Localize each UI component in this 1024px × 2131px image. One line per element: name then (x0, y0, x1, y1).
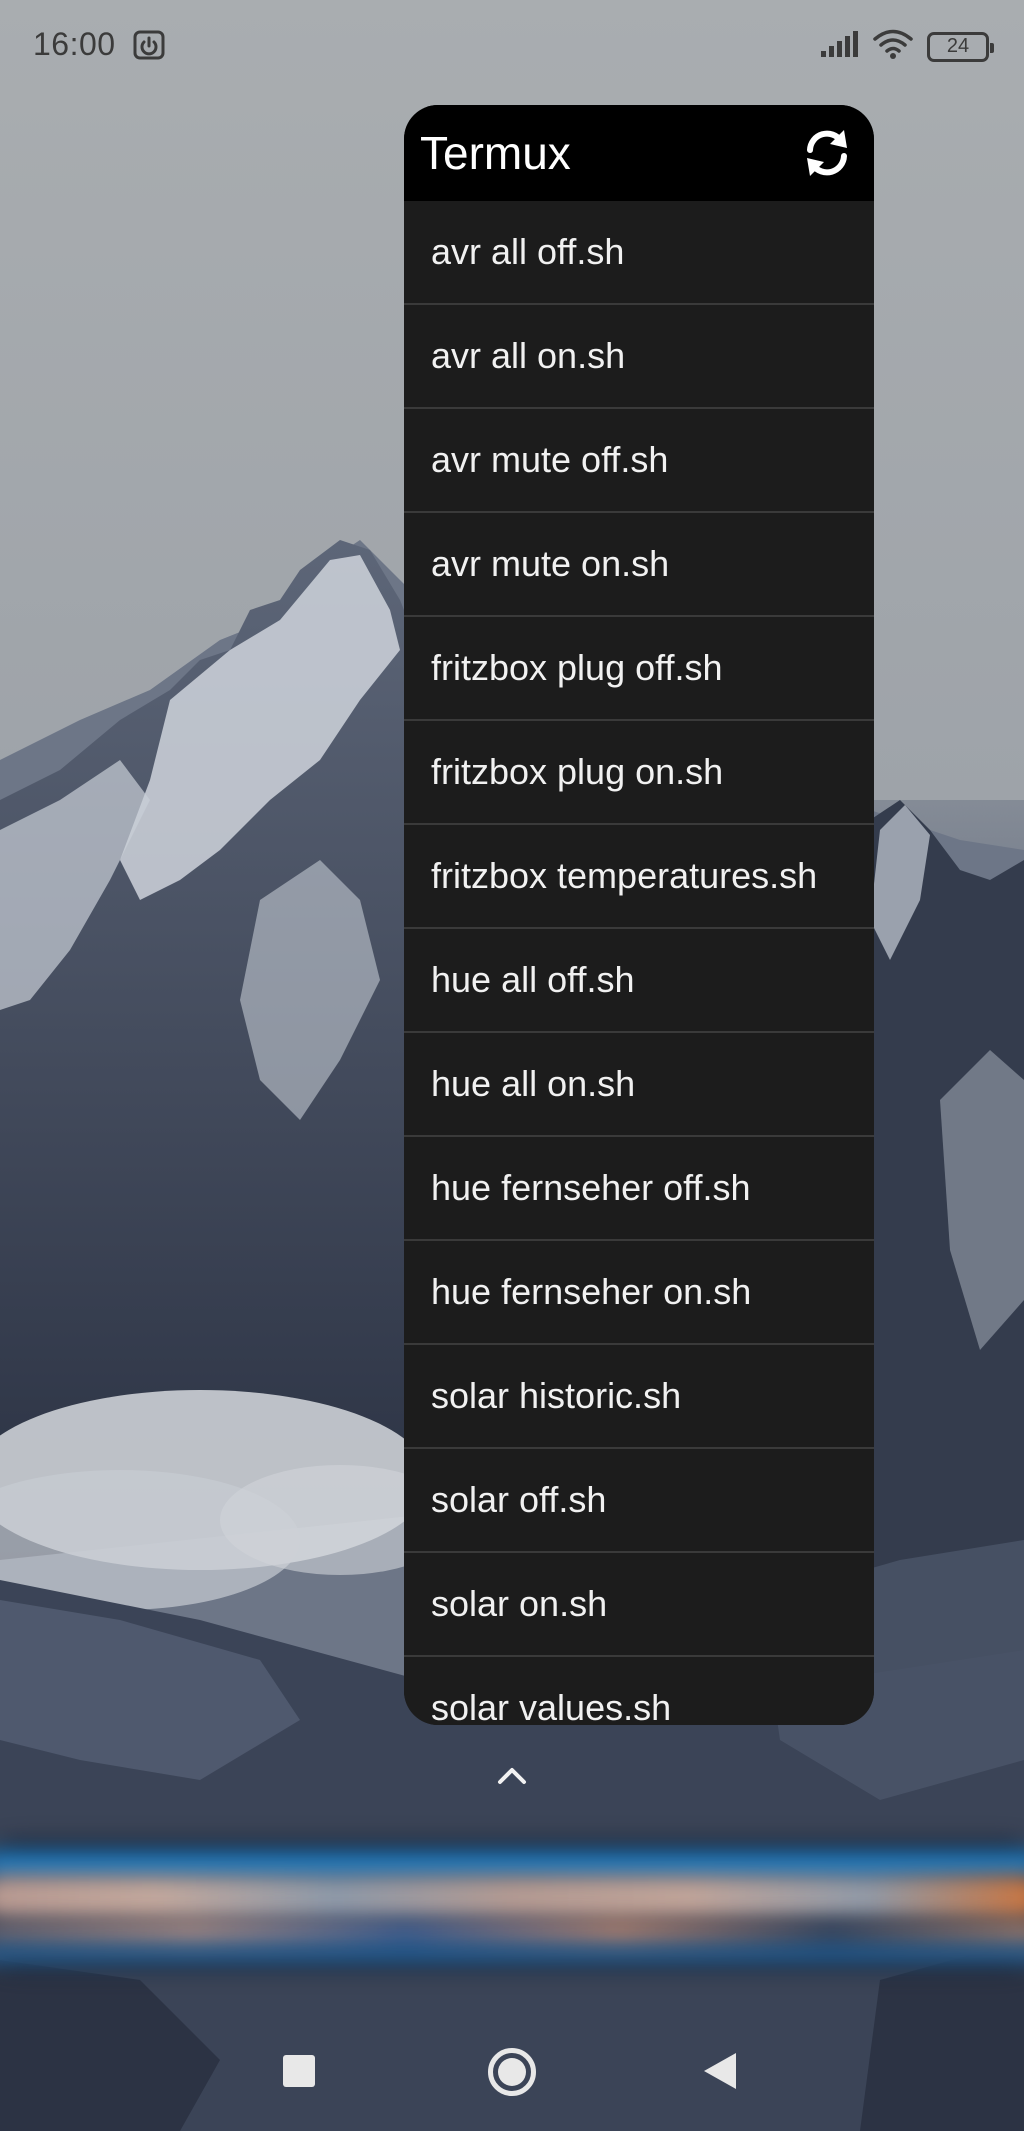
home-button[interactable] (488, 2048, 536, 2096)
widget-header: Termux (404, 105, 874, 201)
script-label: avr all on.sh (431, 335, 626, 376)
script-label: fritzbox plug off.sh (431, 647, 723, 688)
script-label: avr all off.sh (431, 231, 625, 272)
script-label: hue all on.sh (431, 1063, 636, 1104)
widget-title: Termux (420, 127, 571, 179)
signal-icon (819, 29, 859, 64)
script-list: avr all off.sh avr all on.sh avr mute of… (404, 201, 874, 1725)
script-label: avr mute on.sh (431, 543, 670, 584)
script-label: solar on.sh (431, 1583, 608, 1624)
refresh-icon[interactable] (798, 124, 856, 182)
navigation-bar (0, 2030, 1024, 2110)
script-label: hue all off.sh (431, 959, 635, 1000)
dock (0, 1830, 1024, 1980)
termux-widget: Termux avr all off.sh avr all on.sh avr … (404, 105, 874, 1725)
home-icon (498, 2058, 526, 2086)
script-label: hue fernseher off.sh (431, 1167, 751, 1208)
list-item[interactable]: avr all on.sh (404, 305, 874, 409)
chevron-up-icon[interactable] (492, 1762, 532, 1788)
script-label: solar historic.sh (431, 1375, 682, 1416)
list-item[interactable]: avr mute on.sh (404, 513, 874, 617)
list-item[interactable]: solar off.sh (404, 1449, 874, 1553)
status-bar: 16:00 24 (0, 0, 1024, 90)
wifi-icon (873, 28, 913, 65)
script-label: fritzbox temperatures.sh (431, 855, 818, 896)
status-icons: 24 (819, 28, 994, 65)
list-item[interactable]: solar historic.sh (404, 1345, 874, 1449)
list-item[interactable]: solar values.sh (404, 1657, 874, 1725)
battery-icon: 24 (927, 31, 994, 62)
script-label: fritzbox plug on.sh (431, 751, 724, 792)
list-item[interactable]: hue all on.sh (404, 1033, 874, 1137)
list-item[interactable]: fritzbox plug off.sh (404, 617, 874, 721)
list-item[interactable]: hue all off.sh (404, 929, 874, 1033)
status-time: 16:00 (33, 26, 116, 62)
list-item[interactable]: hue fernseher off.sh (404, 1137, 874, 1241)
list-item[interactable]: hue fernseher on.sh (404, 1241, 874, 1345)
script-label: hue fernseher on.sh (431, 1271, 752, 1312)
list-item[interactable]: avr mute off.sh (404, 409, 874, 513)
list-item[interactable]: avr all off.sh (404, 201, 874, 305)
list-item[interactable]: fritzbox temperatures.sh (404, 825, 874, 929)
power-icon (132, 28, 166, 62)
list-item[interactable]: solar on.sh (404, 1553, 874, 1657)
back-button[interactable] (704, 2053, 736, 2089)
script-label: solar values.sh (431, 1687, 672, 1725)
recents-button[interactable] (283, 2055, 315, 2087)
battery-level: 24 (946, 35, 970, 57)
script-label: solar off.sh (431, 1479, 607, 1520)
script-label: avr mute off.sh (431, 439, 669, 480)
list-item[interactable]: fritzbox plug on.sh (404, 721, 874, 825)
